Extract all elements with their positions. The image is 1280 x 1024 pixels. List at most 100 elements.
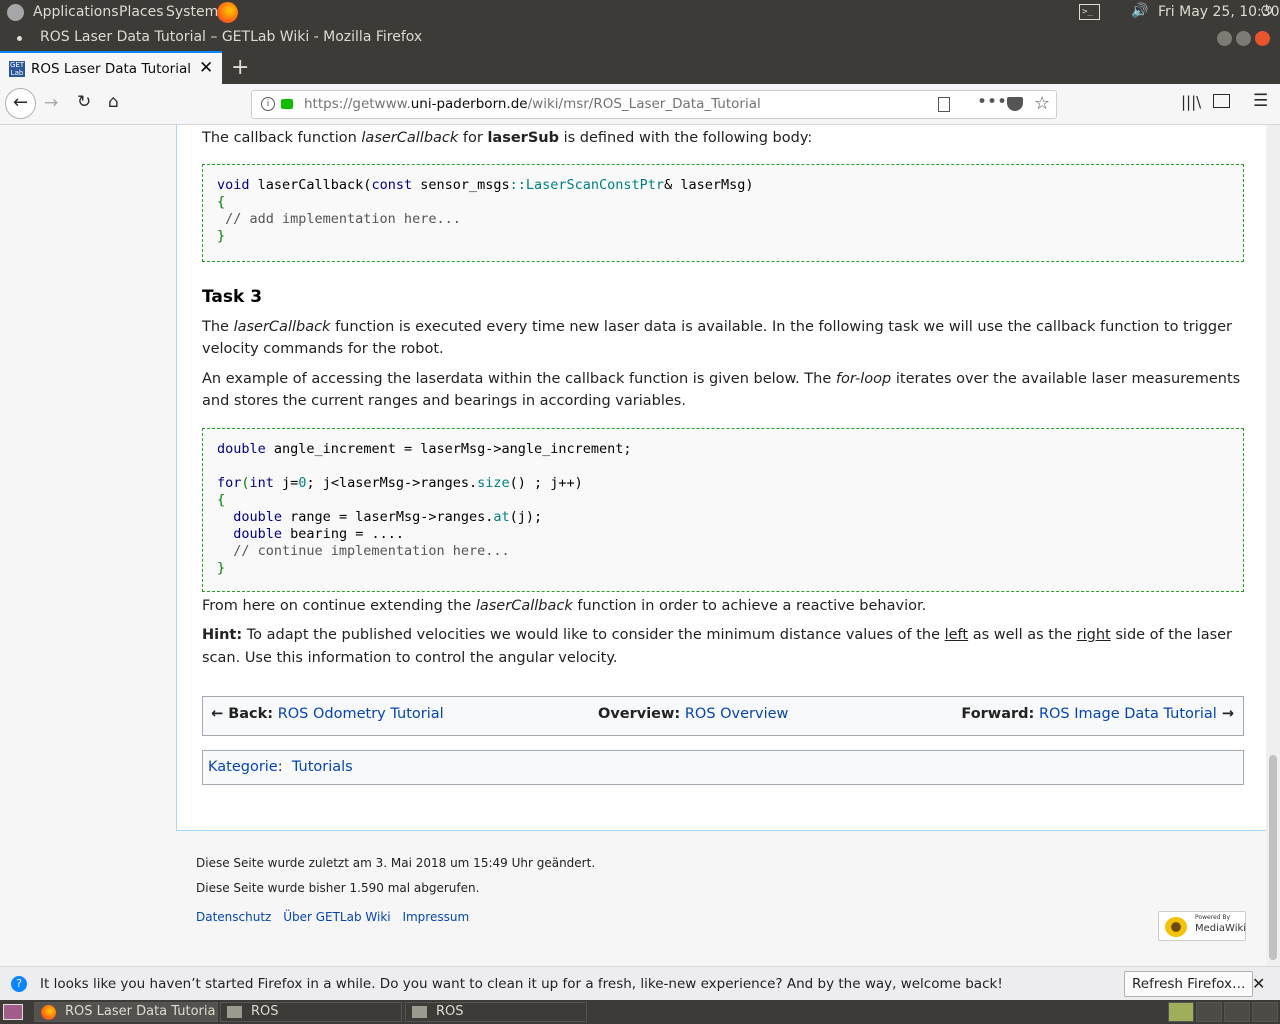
reader-view-icon[interactable] (938, 97, 950, 112)
code-token: double (233, 526, 283, 542)
new-tab-icon[interactable]: + (231, 55, 249, 80)
power-icon[interactable]: ⏻ (1261, 3, 1272, 19)
text-italic: laserCallback (475, 598, 573, 614)
task-heading: Task 3 (202, 287, 263, 307)
footer-link-datenschutz[interactable]: Datenschutz (196, 910, 271, 924)
view-count: Diese Seite wurde bisher 1.590 mal abger… (196, 881, 480, 895)
tab-close-icon[interactable]: ✕ (199, 58, 213, 78)
category-tutorials-link[interactable]: Tutorials (292, 759, 353, 775)
home-icon[interactable]: ⌂ (108, 92, 119, 112)
code-comment: // continue implementation here... (233, 543, 510, 559)
code-token: range = laserMsg->ranges. (282, 509, 494, 525)
info-icon[interactable]: i (261, 97, 275, 111)
code-token: { (217, 194, 226, 210)
maximize-icon[interactable] (1236, 31, 1251, 46)
firefox-taskbar-icon (41, 1005, 56, 1020)
code-token: const (371, 177, 413, 193)
applications-menu[interactable]: Applications (33, 4, 119, 20)
back-label: ← Back: (211, 706, 274, 722)
text-italic: for-loop (835, 371, 892, 387)
category-label-link[interactable]: Kategorie (208, 759, 278, 775)
code-token: int (249, 475, 274, 491)
vertical-scrollbar[interactable] (1266, 125, 1280, 966)
notification-text: It looks like you haven’t started Firefo… (40, 976, 1003, 992)
intro-sub: laserSub (487, 130, 559, 146)
workspace-switcher-2[interactable] (1196, 1002, 1222, 1022)
back-link[interactable]: ROS Odometry Tutorial (278, 706, 444, 722)
bookmark-star-icon[interactable]: ☆ (1034, 93, 1050, 114)
page-actions-icon[interactable]: ••• (977, 92, 1007, 112)
intro-text-pre: The callback function (202, 130, 362, 146)
code-token: j= (273, 475, 299, 491)
pocket-icon[interactable] (1007, 97, 1023, 111)
taskbar-item-firefox[interactable]: ROS Laser Data Tutoria... (34, 1002, 218, 1022)
article-body: The callback function laserCallback for … (176, 125, 1266, 831)
code-token: angle_increment = laserMsg->angle_increm… (265, 441, 632, 457)
intro-fn: laserCallback (361, 130, 459, 146)
back-button-icon[interactable]: ← (5, 88, 36, 119)
minimize-icon[interactable] (1217, 31, 1232, 46)
lock-icon[interactable] (281, 99, 293, 109)
hint-paragraph: Hint: To adapt the published velocities … (202, 624, 1244, 670)
powered-by-mediawiki-badge[interactable]: Powered By MediaWiki (1158, 911, 1246, 941)
text-underline: left (944, 627, 969, 643)
hint-label: Hint: (202, 627, 243, 643)
terminal-icon[interactable]: >_ (1079, 4, 1100, 20)
sidebar-toggle-icon[interactable] (1213, 94, 1230, 108)
system-top-bar: Applications Places System >_ 🔊 Fri May … (0, 0, 1280, 25)
task-paragraph-1: The laserCallback function is executed e… (202, 316, 1244, 360)
window-title-bar: ROS Laser Data Tutorial – GETLab Wiki - … (0, 25, 1280, 51)
volume-icon[interactable]: 🔊 (1131, 3, 1148, 19)
continue-paragraph: From here on continue extending the lase… (202, 595, 1244, 617)
reload-icon[interactable]: ↻ (77, 92, 91, 112)
taskbar-label: ROS (251, 1004, 279, 1019)
intro-text-post: is defined with the following body: (558, 130, 813, 146)
workspace-switcher-3[interactable] (1224, 1002, 1250, 1022)
forward-label: Forward: (961, 706, 1035, 722)
taskbar-item-ros-1[interactable]: ROS (220, 1002, 402, 1022)
taskbar-label: ROS Laser Data Tutoria... (65, 1004, 218, 1019)
places-menu[interactable]: Places (119, 4, 164, 20)
footer-link-impressum[interactable]: Impressum (402, 910, 469, 924)
footer-link-about[interactable]: Über GETLab Wiki (283, 910, 390, 924)
overview-link[interactable]: ROS Overview (685, 706, 789, 722)
code-token: } (217, 560, 226, 576)
code-token: at (493, 509, 510, 525)
refresh-firefox-button[interactable]: Refresh Firefox… (1124, 971, 1254, 997)
workspace-switcher-1[interactable] (1168, 1002, 1194, 1022)
code-token: laserCallback( (249, 177, 372, 193)
forward-button-icon[interactable]: → (44, 93, 58, 113)
scroll-thumb[interactable] (1269, 755, 1277, 960)
question-icon: ? (11, 976, 27, 992)
overview-nav: Overview: ROS Overview (598, 706, 788, 722)
url-domain: uni-paderborn.de (410, 96, 528, 112)
firefox-launcher-icon[interactable] (217, 2, 238, 23)
ubuntu-logo-icon[interactable] (7, 4, 24, 21)
url-text[interactable]: https://getwww.uni-paderborn.de/wiki/msr… (304, 96, 761, 112)
text: function in order to achieve a reactive … (572, 598, 927, 614)
code-block-callback: void laserCallback(const sensor_msgs::La… (202, 164, 1244, 262)
footer-links: Datenschutz Über GETLab Wiki Impressum (196, 910, 595, 924)
text: From here on continue extending the (202, 598, 476, 614)
url-bar[interactable]: i https://getwww.uni-paderborn.de/wiki/m… (251, 90, 1057, 119)
tab-ros-laser[interactable]: GET Lab ROS Laser Data Tutorial – G ✕ (0, 51, 222, 84)
forward-link[interactable]: ROS Image Data Tutorial (1039, 706, 1217, 722)
hamburger-menu-icon[interactable]: ☰ (1253, 91, 1268, 111)
system-menu[interactable]: System (166, 4, 218, 20)
text-underline: right (1076, 627, 1111, 643)
taskbar-item-ros-2[interactable]: ROS (405, 1002, 587, 1022)
show-desktop-icon[interactable] (3, 1004, 23, 1020)
code-token: & laserMsg) (664, 177, 754, 193)
code-token: { (217, 492, 226, 508)
text: To adapt the published velocities we wou… (242, 627, 945, 643)
getlab-favicon-icon: GET Lab (9, 61, 25, 77)
category-box: Kategorie: Tutorials (202, 750, 1244, 785)
window-title: ROS Laser Data Tutorial – GETLab Wiki - … (40, 29, 423, 45)
refresh-firefox-notification: ? It looks like you haven’t started Fire… (0, 966, 1280, 1000)
library-icon[interactable]: |||\ (1181, 93, 1201, 111)
close-window-icon[interactable] (1255, 31, 1270, 46)
code-token: sensor_msgs (412, 177, 510, 193)
text: The (202, 319, 234, 335)
workspace-switcher-4[interactable] (1252, 1002, 1278, 1022)
close-notification-icon[interactable]: ✕ (1252, 974, 1265, 993)
